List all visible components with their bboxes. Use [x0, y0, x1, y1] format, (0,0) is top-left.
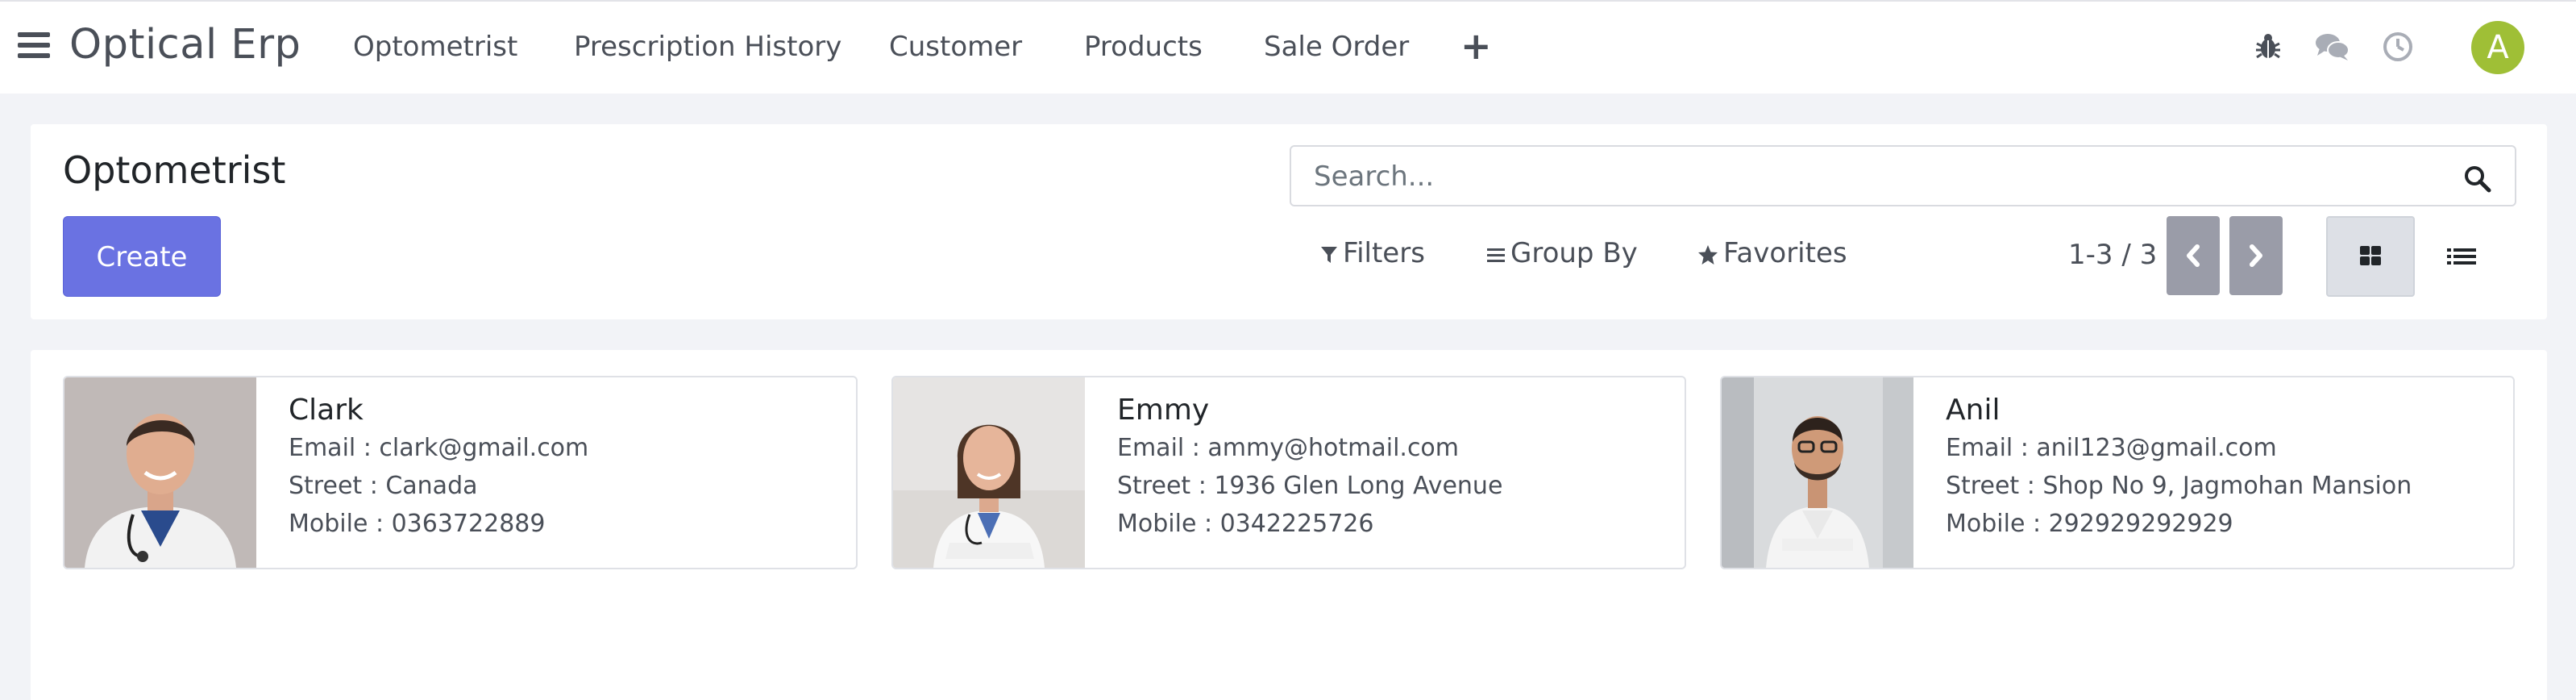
star-icon: [1698, 244, 1718, 265]
list-view-button[interactable]: [2416, 216, 2505, 297]
optometrist-photo: [64, 377, 256, 568]
menu-item-sale-order[interactable]: Sale Order: [1264, 31, 1409, 63]
search-bar: [1290, 145, 2516, 206]
kanban-view-button[interactable]: [2326, 216, 2415, 297]
bug-icon[interactable]: [2252, 31, 2284, 63]
filters-button[interactable]: Filters: [1320, 237, 1425, 269]
card-name: Clark: [289, 394, 364, 427]
create-button[interactable]: Create: [63, 216, 221, 297]
kanban-icon: [2360, 246, 2381, 265]
chat-icon[interactable]: [2315, 31, 2350, 63]
favorites-button[interactable]: Favorites: [1697, 237, 1847, 269]
top-navbar: Optical Erp Optometrist Prescription His…: [0, 0, 2576, 94]
search-input[interactable]: [1312, 153, 2444, 200]
card-mobile: Mobile : 0363722889: [289, 510, 546, 538]
card-mobile: Mobile : 0342225726: [1117, 510, 1374, 538]
group-by-button[interactable]: Group By: [1486, 237, 1638, 269]
filter-icon: [1321, 246, 1337, 263]
search-icon[interactable]: [2463, 165, 2492, 194]
control-panel: Optometrist Create Filters Group By Favo…: [31, 124, 2547, 319]
menu-item-customer[interactable]: Customer: [889, 31, 1022, 63]
app-brand[interactable]: Optical Erp: [69, 21, 301, 69]
hamburger-menu-icon[interactable]: [18, 32, 50, 61]
kanban-card[interactable]: Anil Email : anil123@gmail.com Street : …: [1720, 376, 2515, 569]
card-name: Anil: [1946, 394, 2001, 427]
menu-item-optometrist[interactable]: Optometrist: [353, 31, 517, 63]
page-title: Optometrist: [63, 148, 286, 192]
pager-next-button[interactable]: [2229, 216, 2283, 295]
menu-item-prescription-history[interactable]: Prescription History: [574, 31, 841, 63]
list-icon: [2447, 248, 2476, 265]
menu-item-products[interactable]: Products: [1084, 31, 1203, 63]
card-mobile: Mobile : 292929292929: [1946, 510, 2233, 538]
group-by-label: Group By: [1510, 237, 1638, 269]
card-email: Email : ammy@hotmail.com: [1117, 434, 1460, 462]
card-name: Emmy: [1117, 394, 1210, 427]
plus-icon[interactable]: +: [1460, 24, 1492, 68]
filters-label: Filters: [1343, 237, 1425, 269]
favorites-label: Favorites: [1723, 237, 1847, 269]
chevron-left-icon: [2187, 244, 2200, 267]
user-avatar[interactable]: A: [2471, 21, 2524, 74]
kanban-card[interactable]: Emmy Email : ammy@hotmail.com Street : 1…: [891, 376, 1686, 569]
bars-icon: [1487, 248, 1505, 262]
card-street: Street : 1936 Glen Long Avenue: [1117, 472, 1503, 500]
optometrist-photo: [893, 377, 1085, 568]
card-email: Email : anil123@gmail.com: [1946, 434, 2277, 462]
pager-previous-button[interactable]: [2167, 216, 2220, 295]
card-street: Street : Canada: [289, 472, 478, 500]
chevron-right-icon: [2250, 244, 2262, 267]
pager-value[interactable]: 1-3 / 3: [2068, 239, 2157, 271]
card-street: Street : Shop No 9, Jagmohan Mansion: [1946, 472, 2412, 500]
clock-icon[interactable]: [2382, 31, 2414, 63]
optometrist-photo: [1722, 377, 1913, 568]
kanban-view: Clark Email : clark@gmail.com Street : C…: [31, 350, 2547, 700]
card-email: Email : clark@gmail.com: [289, 434, 589, 462]
kanban-card[interactable]: Clark Email : clark@gmail.com Street : C…: [63, 376, 858, 569]
